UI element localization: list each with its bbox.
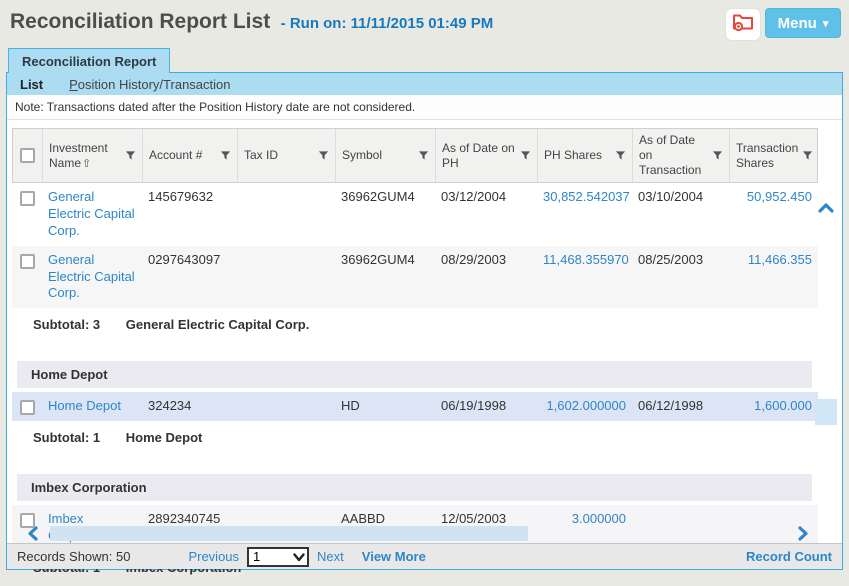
filter-icon[interactable] [520, 150, 531, 161]
tab-reconciliation-report[interactable]: Reconciliation Report [8, 48, 170, 73]
page-title: Reconciliation Report List [10, 10, 270, 33]
column-label: PH Shares [544, 148, 602, 163]
subtotal-name: Home Depot [126, 430, 203, 445]
subtab-bar: List Position History/Transaction [7, 73, 842, 95]
tab-label: Reconciliation Report [22, 54, 156, 69]
report-manager-button[interactable] [725, 8, 761, 41]
next-page-link[interactable]: Next [317, 549, 344, 564]
table-row[interactable]: General Electric Capital Corp. 029764309… [12, 246, 818, 309]
sort-ascending-icon: ⇧ [82, 157, 91, 170]
tax-id-cell [237, 392, 335, 404]
transaction-shares-link[interactable] [729, 505, 818, 517]
page-number-select[interactable]: 1 [247, 547, 309, 567]
column-header-account[interactable]: Account # [143, 129, 238, 182]
horizontal-scrollbar-thumb[interactable] [50, 526, 528, 541]
row-checkbox[interactable] [20, 191, 35, 206]
column-label: Account # [149, 148, 202, 163]
reconciliation-report-screen: Reconciliation Report List - Run on: 11/… [0, 0, 849, 586]
column-label: Transaction Shares [736, 141, 799, 171]
as-of-date-transaction-cell: 06/12/1998 [632, 392, 729, 421]
symbol-cell: 36962GUM4 [335, 183, 435, 212]
menu-button-label: Menu [778, 15, 817, 32]
column-label: Tax ID [244, 148, 278, 163]
chevron-down-icon: ▾ [823, 17, 829, 30]
account-cell: 0297643097 [142, 246, 237, 275]
group-subtotal: Subtotal: 3 General Electric Capital Cor… [12, 308, 818, 341]
transaction-shares-link[interactable]: 11,466.355 [729, 246, 818, 275]
row-checkbox[interactable] [20, 400, 35, 415]
subtab-position-history-transaction[interactable]: Position History/Transaction [69, 77, 230, 92]
as-of-date-ph-cell: 08/29/2003 [435, 246, 537, 275]
column-header-transaction-shares[interactable]: Transaction Shares [730, 129, 819, 182]
pagination-footer: Records Shown: 50 Previous 1 Next View M… [7, 543, 842, 569]
vertical-scrollbar-thumb[interactable] [815, 399, 837, 425]
row-checkbox[interactable] [20, 254, 35, 269]
subtotal-count: Subtotal: 1 [33, 430, 100, 445]
column-label: As of Date on Transaction [639, 133, 709, 178]
filter-icon[interactable] [125, 150, 136, 161]
group-header: Imbex Corporation [17, 474, 812, 501]
group-header: Home Depot [17, 361, 812, 388]
filter-icon[interactable] [220, 150, 231, 161]
filter-icon[interactable] [418, 150, 429, 161]
column-header-as-of-date-transaction[interactable]: As of Date on Transaction [633, 129, 730, 182]
chevron-up-icon[interactable] [817, 201, 835, 219]
records-shown-label: Records Shown: 50 [17, 549, 130, 564]
account-cell: 145679632 [142, 183, 237, 212]
column-header-symbol[interactable]: Symbol [336, 129, 436, 182]
as-of-date-ph-cell: 06/19/1998 [435, 392, 537, 421]
transaction-shares-link[interactable]: 1,600.000 [729, 392, 818, 421]
filter-icon[interactable] [615, 150, 626, 161]
subtotal-count: Subtotal: 3 [33, 317, 100, 332]
column-label: As of Date on PH [442, 141, 517, 171]
tax-id-cell [237, 246, 335, 258]
investment-name-link[interactable]: Home Depot [42, 392, 142, 421]
investment-name-link[interactable]: General Electric Capital Corp. [42, 246, 142, 309]
tax-id-cell [237, 505, 335, 517]
subtotal-name: General Electric Capital Corp. [126, 317, 310, 332]
investment-name-link[interactable]: General Electric Capital Corp. [42, 183, 142, 246]
column-label: Investment Name [49, 141, 108, 170]
red-folder-gear-icon [732, 12, 754, 37]
account-cell: 324234 [142, 392, 237, 421]
run-on-timestamp: - Run on: 11/11/2015 01:49 PM [281, 15, 494, 32]
ph-shares-link[interactable]: 1,602.000000 [537, 392, 632, 421]
view-more-link[interactable]: View More [362, 549, 426, 564]
table-row[interactable]: Home Depot 324234 HD 06/19/1998 1,602.00… [12, 392, 818, 421]
as-of-date-transaction-cell [632, 505, 729, 517]
symbol-cell: 36962GUM4 [335, 246, 435, 275]
as-of-date-transaction-cell: 03/10/2004 [632, 183, 729, 212]
select-all-checkbox[interactable] [20, 148, 35, 163]
menu-button[interactable]: Menu ▾ [765, 8, 841, 38]
horizontal-scrollbar [12, 525, 818, 542]
ph-shares-link[interactable]: 11,468.355970 [537, 246, 632, 275]
note-bar: Note: Transactions dated after the Posit… [7, 95, 842, 120]
column-header-ph-shares[interactable]: PH Shares [538, 129, 633, 182]
reconciliation-table: Investment Name⇧ Account # Tax ID Symbol… [12, 128, 818, 584]
column-header-as-of-date-ph[interactable]: As of Date on PH [436, 129, 538, 182]
column-label: Symbol [342, 148, 382, 163]
vertical-scrollbar [813, 201, 839, 573]
previous-page-link[interactable]: Previous [188, 549, 239, 564]
column-header-investment-name[interactable]: Investment Name⇧ [43, 129, 143, 182]
filter-icon[interactable] [712, 150, 723, 161]
page-header: Reconciliation Report List - Run on: 11/… [10, 10, 493, 34]
record-count-link[interactable]: Record Count [746, 549, 832, 564]
group-subtotal: Subtotal: 1 Home Depot [12, 421, 818, 454]
tax-id-cell [237, 183, 335, 195]
table-header-row: Investment Name⇧ Account # Tax ID Symbol… [12, 128, 818, 183]
report-container: List Position History/Transaction Note: … [6, 72, 843, 570]
page-select-wrap: 1 [247, 547, 309, 567]
column-header-tax-id[interactable]: Tax ID [238, 129, 336, 182]
ph-shares-link[interactable]: 30,852.542037 [537, 183, 632, 212]
select-all-checkbox-cell [13, 129, 43, 182]
table-row[interactable]: General Electric Capital Corp. 145679632… [12, 183, 818, 246]
as-of-date-transaction-cell: 08/25/2003 [632, 246, 729, 275]
subtab-list[interactable]: List [20, 77, 43, 92]
as-of-date-ph-cell: 03/12/2004 [435, 183, 537, 212]
transaction-shares-link[interactable]: 50,952.450 [729, 183, 818, 212]
filter-icon[interactable] [802, 150, 813, 161]
filter-icon[interactable] [318, 150, 329, 161]
symbol-cell: HD [335, 392, 435, 421]
